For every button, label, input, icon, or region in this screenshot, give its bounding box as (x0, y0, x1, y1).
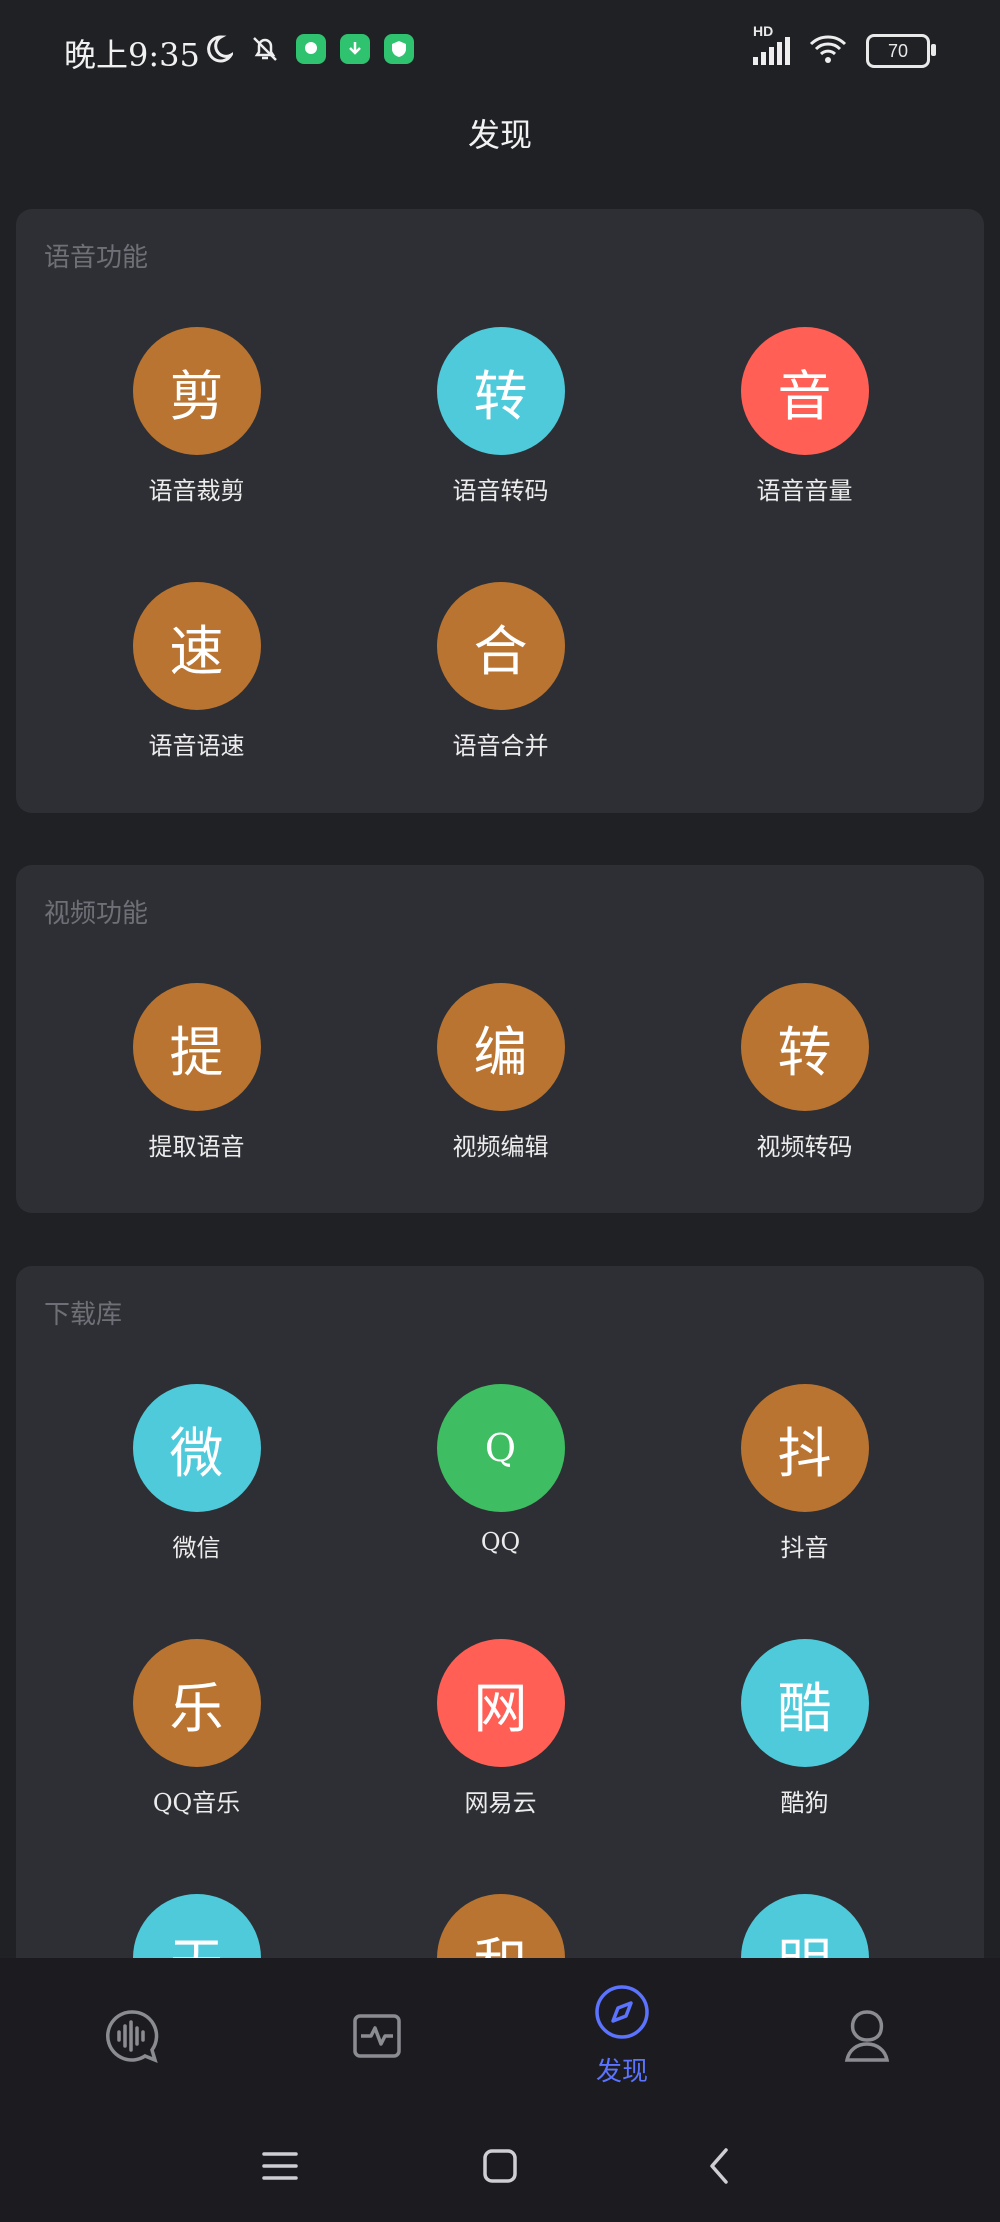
nav-monitor[interactable] (252, 2006, 502, 2070)
item-circle: Q (436, 1384, 565, 1512)
item-label: 视频编辑 (452, 1133, 549, 1161)
item-label: 语音裁剪 (148, 477, 245, 505)
menu-icon[interactable] (258, 2144, 302, 2188)
item-circle: 抖 (740, 1384, 869, 1512)
signal-icon: HD (753, 23, 790, 65)
qq-music-button[interactable]: 乐 QQ音乐 (40, 1639, 353, 1818)
item-label: 语音音量 (756, 477, 853, 505)
voice-functions-card: 语音功能 剪 语音裁剪 转 语音转码 音 语音音量 速 语音语速 合 语音合并 (16, 209, 984, 813)
item-circle: 速 (132, 582, 261, 710)
kugou-button[interactable]: 酷 酷狗 (648, 1639, 961, 1818)
item-label: 网易云 (464, 1789, 537, 1817)
profile-icon (837, 2006, 897, 2070)
page-title: 发现 (467, 116, 532, 154)
download-library-card: 下载库 微 微信 Q QQ 抖 抖音 乐 QQ音乐 网 网易云 酷 酷狗 天 (16, 1266, 984, 2026)
nav-voice[interactable] (6, 2006, 256, 2070)
item-label: QQ音乐 (152, 1789, 241, 1817)
item-label: 微信 (172, 1534, 221, 1562)
status-icons-right: HD 70 (753, 23, 936, 68)
douyin-button[interactable]: 抖 抖音 (648, 1384, 961, 1563)
chat-app-icon (296, 34, 326, 64)
shield-app-icon (384, 34, 414, 64)
video-transcode-button[interactable]: 转 视频转码 (648, 983, 961, 1162)
item-circle: 乐 (132, 1639, 261, 1767)
item-label: 提取语音 (148, 1133, 245, 1161)
item-label: 视频转码 (756, 1133, 853, 1161)
nav-profile[interactable] (742, 2006, 992, 2070)
voice-speed-button[interactable]: 速 语音语速 (40, 582, 353, 761)
item-circle: 转 (740, 983, 869, 1111)
qq-button[interactable]: Q QQ (344, 1384, 657, 1556)
item-circle: 合 (436, 582, 565, 710)
item-label: 抖音 (780, 1534, 829, 1562)
battery-icon: 70 (866, 34, 936, 68)
section-title: 视频功能 (44, 899, 149, 929)
activity-monitor-icon (347, 2006, 407, 2070)
section-title: 语音功能 (44, 243, 149, 273)
item-circle: 酷 (740, 1639, 869, 1767)
battery-level: 70 (887, 40, 909, 61)
item-label: 语音合并 (452, 732, 549, 760)
voice-bubble-icon (101, 2006, 161, 2070)
wifi-icon (808, 34, 848, 68)
video-edit-button[interactable]: 编 视频编辑 (344, 983, 657, 1162)
netease-cloud-button[interactable]: 网 网易云 (344, 1639, 657, 1818)
item-circle: 微 (132, 1384, 261, 1512)
system-nav-bar (0, 2108, 1000, 2222)
item-label: 酷狗 (780, 1789, 829, 1817)
voice-volume-button[interactable]: 音 语音音量 (648, 327, 961, 506)
voice-cut-button[interactable]: 剪 语音裁剪 (40, 327, 353, 506)
nav-discover[interactable]: 发现 (497, 1983, 747, 2088)
status-icons-left (200, 32, 414, 66)
compass-icon (593, 1983, 651, 2045)
status-time: 晚上9:35 (64, 36, 200, 74)
section-title: 下载库 (44, 1300, 123, 1330)
item-circle: 编 (436, 983, 565, 1111)
item-circle: 音 (740, 327, 869, 455)
voice-transcode-button[interactable]: 转 语音转码 (344, 327, 657, 506)
item-circle: 提 (132, 983, 261, 1111)
status-bar: 晚上9:35 HD 70 (0, 0, 1000, 100)
item-circle: 转 (436, 327, 565, 455)
voice-merge-button[interactable]: 合 语音合并 (344, 582, 657, 761)
signal-hd-label: HD (753, 23, 774, 39)
bottom-nav: 发现 (0, 1958, 1000, 2108)
download-app-icon (340, 34, 370, 64)
bell-muted-icon (248, 32, 282, 66)
extract-voice-button[interactable]: 提 提取语音 (40, 983, 353, 1162)
moon-icon (200, 32, 234, 66)
item-label: 语音语速 (148, 732, 245, 760)
back-icon[interactable] (698, 2144, 742, 2188)
video-functions-card: 视频功能 提 提取语音 编 视频编辑 转 视频转码 (16, 865, 984, 1213)
item-label: 语音转码 (452, 477, 549, 505)
wechat-button[interactable]: 微 微信 (40, 1384, 353, 1563)
item-circle: 网 (436, 1639, 565, 1767)
nav-label: 发现 (595, 2057, 648, 2087)
item-label: QQ (480, 1528, 521, 1556)
item-circle: 剪 (132, 327, 261, 455)
home-icon[interactable] (478, 2144, 522, 2188)
